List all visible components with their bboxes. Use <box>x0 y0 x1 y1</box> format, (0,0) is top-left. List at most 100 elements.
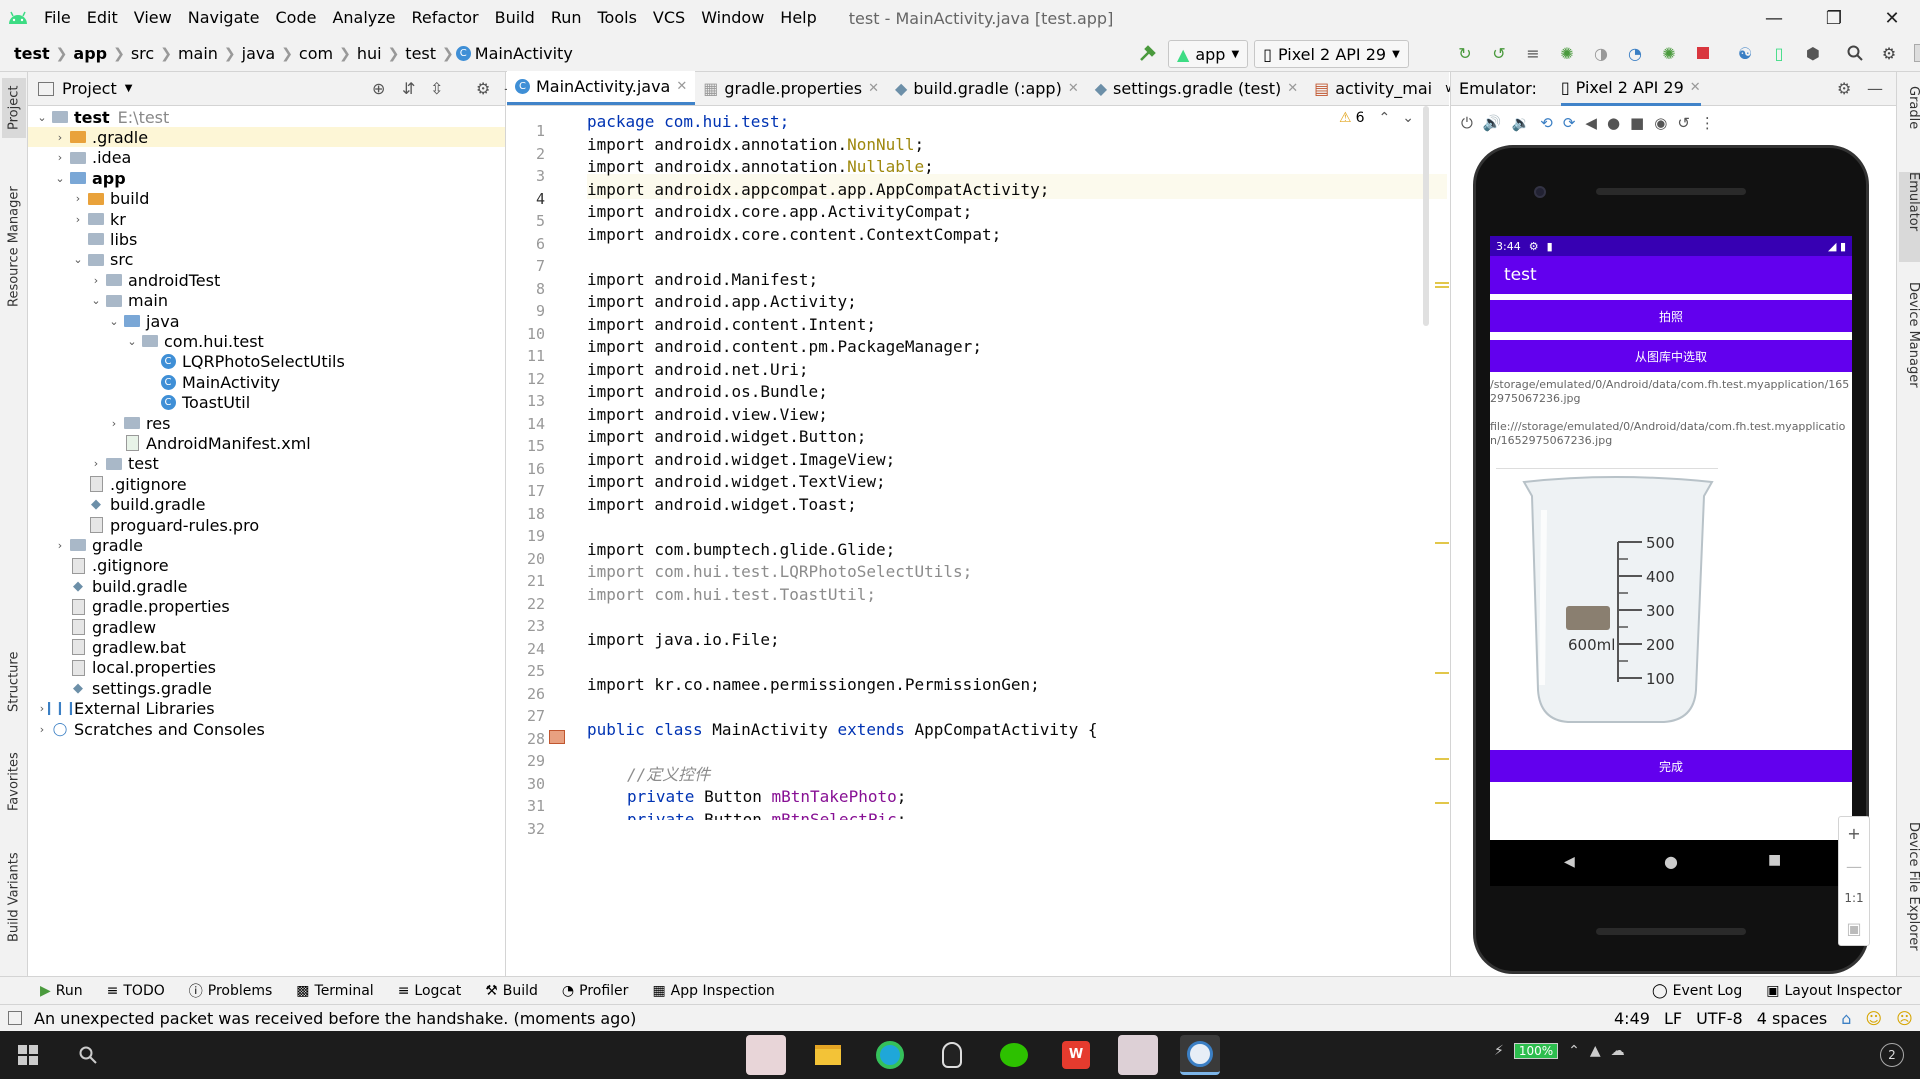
tree-item[interactable]: › androidTest <box>28 270 505 290</box>
volume-up-icon[interactable]: 🔊 <box>1483 114 1502 132</box>
happy-face-icon[interactable]: ☺ <box>1865 1009 1882 1028</box>
anime-app-icon[interactable] <box>746 1035 786 1075</box>
breadcrumb-com[interactable]: com <box>295 44 337 63</box>
menu-run[interactable]: Run <box>543 0 590 36</box>
camera-icon[interactable]: ◉ <box>1654 114 1667 132</box>
lock-icon[interactable]: ⌂ <box>1841 1009 1851 1028</box>
gear-icon[interactable]: ⚙ <box>1837 79 1851 98</box>
tree-item[interactable]: C MainActivity <box>28 372 505 392</box>
tree-item[interactable]: › .gradle <box>28 127 505 148</box>
tree-item[interactable]: ⌄ src <box>28 250 505 270</box>
menu-analyze[interactable]: Analyze <box>324 0 403 36</box>
tab-resource-manager[interactable]: Resource Manager <box>2 172 26 322</box>
menu-build[interactable]: Build <box>487 0 543 36</box>
tree-item[interactable]: › gradle <box>28 535 505 555</box>
chevron-right-icon[interactable]: › <box>88 274 104 287</box>
chevron-down-icon[interactable]: ⌄ <box>106 315 122 328</box>
close-icon[interactable]: ✕ <box>676 79 687 94</box>
power-icon[interactable]: ⏻ <box>1461 114 1473 132</box>
close-icon[interactable]: ✕ <box>1864 0 1920 36</box>
project-view-select[interactable]: Project <box>62 79 117 98</box>
zoom-1to1-button[interactable]: 1:1 <box>1844 891 1863 905</box>
tree-item[interactable]: gradlew <box>28 617 505 637</box>
tree-item[interactable]: C ToastUtil <box>28 393 505 413</box>
tree-item[interactable]: › ◯ Scratches and Consoles <box>28 719 505 739</box>
tree-item[interactable]: ◆ build.gradle <box>28 576 505 596</box>
zoom-out-icon[interactable]: — <box>1846 857 1862 876</box>
tool-logcat[interactable]: ≡ Logcat <box>386 983 474 999</box>
tool-app-inspection[interactable]: ▦ App Inspection <box>640 983 786 999</box>
tab-gradle-properties[interactable]: ▦ gradle.properties ✕ <box>695 71 887 105</box>
tree-item[interactable]: ⌄ main <box>28 291 505 311</box>
tree-item[interactable]: › kr <box>28 209 505 229</box>
tab-build-variants[interactable]: Build Variants <box>2 842 26 952</box>
close-icon[interactable]: ✕ <box>1690 80 1701 95</box>
tool-event-log[interactable]: ◯ Event Log <box>1640 983 1754 999</box>
snapshot-icon[interactable]: ↺ <box>1677 114 1690 132</box>
tab-project[interactable]: Project <box>2 78 26 138</box>
line-separator[interactable]: LF <box>1664 1009 1682 1028</box>
notification-icon[interactable]: 2 <box>1880 1043 1904 1067</box>
chevron-up-icon[interactable]: ⌃ <box>1378 110 1390 126</box>
menu-code[interactable]: Code <box>268 0 325 36</box>
apply-code-changes-icon[interactable]: ↺ <box>1486 40 1512 66</box>
hammer-icon[interactable] <box>1134 41 1160 67</box>
debug-icon[interactable]: ✺ <box>1554 40 1580 66</box>
avatar[interactable] <box>1910 40 1920 66</box>
more-icon[interactable]: ⋮ <box>1700 114 1715 132</box>
qq-icon[interactable] <box>932 1035 972 1075</box>
tab-emulator[interactable]: Emulator <box>1899 172 1920 262</box>
chevron-up-icon[interactable]: ⌃ <box>1568 1043 1580 1059</box>
file-explorer-icon[interactable] <box>808 1035 848 1075</box>
tab-settings-gradle[interactable]: ◆ settings.gradle (test) ✕ <box>1087 71 1306 105</box>
tree-item[interactable]: ⌄ com.hui.test <box>28 331 505 351</box>
tree-item[interactable]: C LQRPhotoSelectUtils <box>28 352 505 372</box>
fit-screen-icon[interactable]: ▣ <box>1846 919 1861 938</box>
menu-window[interactable]: Window <box>693 0 772 36</box>
tree-item[interactable]: › build <box>28 189 505 209</box>
chevron-right-icon[interactable]: › <box>88 457 104 470</box>
search-icon[interactable] <box>68 1035 108 1075</box>
hide-panel-icon[interactable]: — <box>1867 79 1883 98</box>
tool-todo[interactable]: ≡ TODO <box>95 983 177 999</box>
scrollbar[interactable] <box>1423 106 1429 326</box>
chevron-right-icon[interactable]: › <box>52 539 68 552</box>
tree-item[interactable]: ⌄ test E:\test <box>28 107 505 127</box>
close-icon[interactable]: ✕ <box>868 81 879 96</box>
start-icon[interactable] <box>8 1035 48 1075</box>
tool-run[interactable]: ▶ Run <box>28 983 95 999</box>
sad-face-icon[interactable]: ☹ <box>1896 1009 1913 1028</box>
crosshair-icon[interactable]: ⊕ <box>372 79 385 98</box>
game-app-icon[interactable] <box>1118 1035 1158 1075</box>
tool-terminal[interactable]: ▩ Terminal <box>284 983 385 999</box>
tab-mainactivity-java[interactable]: C MainActivity.java ✕ <box>507 71 696 105</box>
tree-item[interactable]: .gitignore <box>28 474 505 494</box>
menu-file[interactable]: File <box>36 0 79 36</box>
breadcrumb-main[interactable]: main <box>174 44 222 63</box>
chevron-down-icon[interactable]: ⌄ <box>52 172 68 185</box>
chevron-down-icon[interactable]: ⌄ <box>88 294 104 307</box>
tree-item[interactable]: ⌄ app <box>28 168 505 188</box>
zoom-in-icon[interactable]: + <box>1847 824 1860 843</box>
chevron-right-icon[interactable]: › <box>52 151 68 164</box>
phone-screen[interactable]: 3:44 ⚙ ▮ ◢ ▮ test 拍照 从图库中选取 /storage/emu… <box>1490 236 1852 840</box>
tree-item[interactable]: local.properties <box>28 658 505 678</box>
wps-icon[interactable]: W <box>1056 1035 1096 1075</box>
menu-refactor[interactable]: Refactor <box>404 0 487 36</box>
edge-browser-icon[interactable] <box>870 1035 910 1075</box>
chevron-right-icon[interactable]: › <box>70 213 86 226</box>
tree-item[interactable]: gradlew.bat <box>28 637 505 657</box>
minimize-icon[interactable]: — <box>1746 0 1802 36</box>
coverage-icon[interactable]: ◑ <box>1588 40 1614 66</box>
expand-all-icon[interactable]: ⇵ <box>402 79 415 98</box>
collapse-all-icon[interactable]: ⇳ <box>430 79 443 98</box>
select-from-gallery-button[interactable]: 从图库中选取 <box>1490 340 1852 372</box>
tool-problems[interactable]: ⓘ Problems <box>177 981 285 1001</box>
indent-setting[interactable]: 4 spaces <box>1757 1009 1828 1028</box>
device-select[interactable]: ▯ Pixel 2 API 29 ▼ <box>1254 40 1409 68</box>
breadcrumb-test[interactable]: test <box>10 44 54 63</box>
tree-item[interactable]: libs <box>28 229 505 249</box>
error-stripe[interactable] <box>1431 106 1449 976</box>
avd-manager-icon[interactable]: ▯ <box>1766 40 1792 66</box>
sdk-manager-icon[interactable]: ⬢ <box>1800 40 1826 66</box>
